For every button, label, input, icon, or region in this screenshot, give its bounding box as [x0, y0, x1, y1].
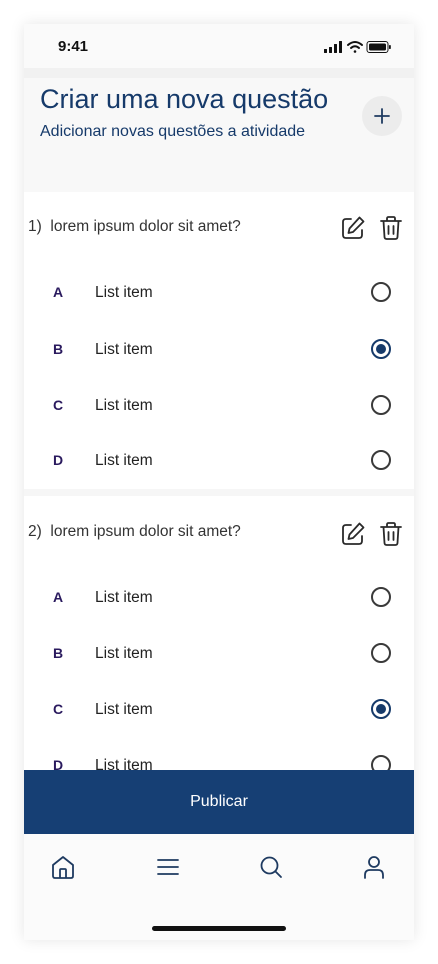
option-c[interactable]: C List item	[24, 385, 414, 425]
phone-frame: 9:41 Criar uma nova questão Adicionar no…	[24, 24, 414, 940]
radio-button[interactable]	[371, 282, 391, 302]
option-label: List item	[95, 284, 153, 301]
radio-button-selected[interactable]	[371, 339, 391, 359]
publish-button[interactable]: Publicar	[24, 770, 414, 834]
page-header: Criar uma nova questão Adicionar novas q…	[24, 78, 414, 192]
radio-button[interactable]	[371, 395, 391, 415]
option-letter: C	[53, 701, 64, 717]
option-label: List item	[95, 701, 153, 718]
question-label: lorem ipsum dolor sit amet?	[50, 523, 241, 540]
question-card-2: 2) lorem ipsum dolor sit amet? A List it…	[24, 496, 414, 794]
trash-icon[interactable]	[378, 521, 404, 547]
bottom-nav	[24, 834, 414, 940]
status-time: 9:41	[58, 38, 89, 55]
radio-button[interactable]	[371, 643, 391, 663]
wifi-icon	[347, 41, 363, 53]
option-label: List item	[95, 589, 153, 606]
radio-button[interactable]	[371, 587, 391, 607]
question-text: 2) lorem ipsum dolor sit amet?	[28, 523, 241, 541]
plus-icon	[374, 108, 390, 124]
question-label: lorem ipsum dolor sit amet?	[50, 218, 241, 235]
radio-button-selected[interactable]	[371, 699, 391, 719]
edit-icon[interactable]	[340, 215, 366, 241]
page-subtitle: Adicionar novas questões a atividade	[40, 123, 306, 140]
option-label: List item	[95, 397, 153, 414]
home-indicator	[152, 926, 286, 931]
edit-icon[interactable]	[340, 521, 366, 547]
option-a[interactable]: A List item	[24, 577, 414, 617]
status-bar: 9:41	[24, 24, 414, 68]
question-number: 2)	[28, 523, 42, 540]
page-title: Criar uma nova questão	[40, 84, 329, 114]
question-card-1: 1) lorem ipsum dolor sit amet? A List it…	[24, 192, 414, 489]
signal-icon	[324, 41, 342, 53]
header-divider	[24, 68, 414, 78]
radio-button[interactable]	[371, 450, 391, 470]
profile-icon[interactable]	[361, 854, 387, 880]
status-icons	[324, 41, 391, 53]
option-letter: B	[53, 341, 64, 357]
option-letter: D	[53, 452, 64, 468]
question-number: 1)	[28, 218, 42, 235]
option-letter: A	[53, 589, 64, 605]
option-letter: B	[53, 645, 64, 661]
option-c[interactable]: C List item	[24, 689, 414, 729]
option-d[interactable]: D List item	[24, 440, 414, 480]
option-b[interactable]: B List item	[24, 329, 414, 369]
battery-icon	[366, 41, 391, 53]
option-label: List item	[95, 341, 153, 358]
option-label: List item	[95, 452, 153, 469]
question-text: 1) lorem ipsum dolor sit amet?	[28, 218, 241, 236]
option-a[interactable]: A List item	[24, 272, 414, 312]
add-question-button[interactable]	[362, 96, 402, 136]
option-b[interactable]: B List item	[24, 633, 414, 673]
home-icon[interactable]	[50, 854, 76, 880]
option-letter: C	[53, 397, 64, 413]
trash-icon[interactable]	[378, 215, 404, 241]
option-label: List item	[95, 645, 153, 662]
menu-icon[interactable]	[155, 854, 181, 880]
option-letter: A	[53, 284, 64, 300]
search-icon[interactable]	[258, 854, 284, 880]
